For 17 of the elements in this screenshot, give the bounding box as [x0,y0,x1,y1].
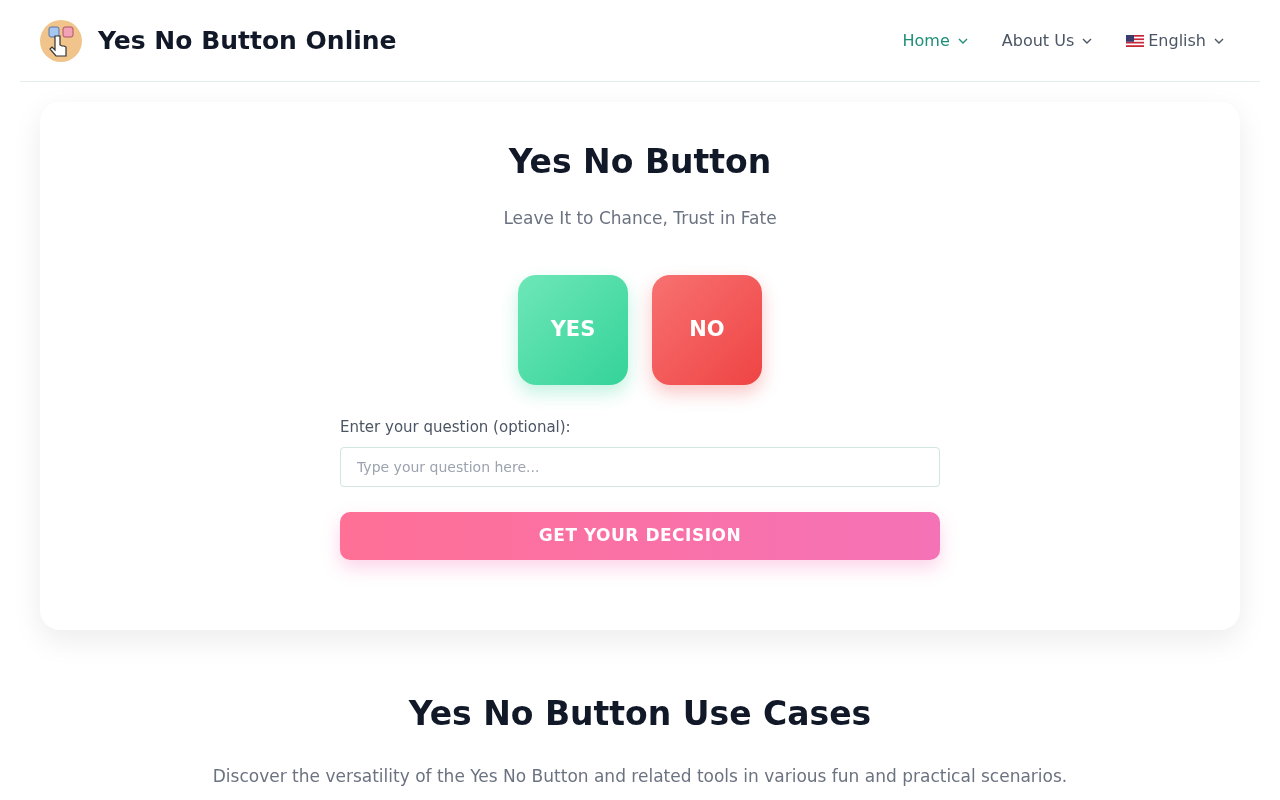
question-label: Enter your question (optional): [340,417,571,439]
logo-icon [40,19,82,62]
question-field[interactable]: Type your question here... [340,447,940,488]
chevron-icon [957,37,968,44]
nav-link[interactable]: Home [902,28,968,53]
chevron-icon [1082,37,1093,44]
section-intro: Discover the versatility of the Yes No Button and related tools in various fun and practical scenarios. [212,764,1068,788]
flag-icon [1126,34,1145,47]
language-menu[interactable]: English [1126,28,1224,53]
no-button[interactable]: NO [652,275,762,386]
site-title: Yes No Button Online [98,24,397,57]
chevron-icon [1214,37,1224,44]
section-title: Yes No Button Use Cases [408,694,872,734]
nav-link[interactable]: About Us [1001,28,1093,53]
tool-subtitle: Leave It to Chance, Trust in Fate [503,206,777,230]
decision-button[interactable]: GET YOUR DECISION [340,512,940,561]
tool-title: Yes No Button [507,142,773,182]
